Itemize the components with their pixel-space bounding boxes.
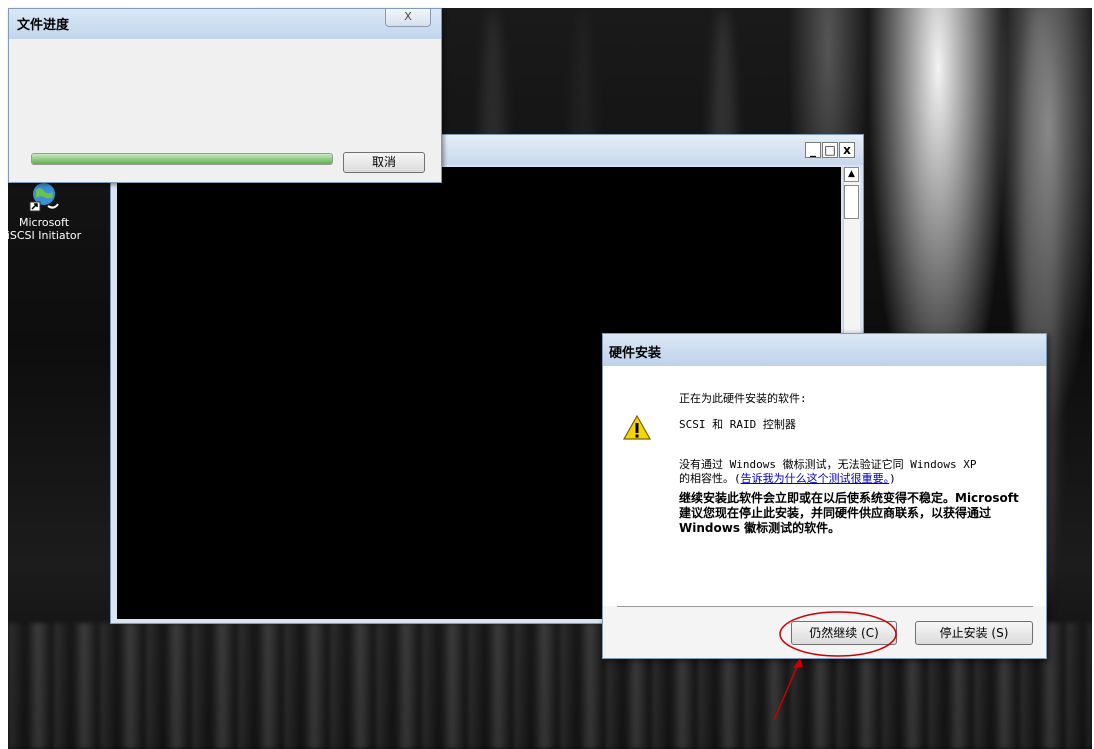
minimize-button[interactable]: _ [805, 142, 821, 158]
progress-titlebar[interactable] [9, 9, 441, 39]
dialog-intro-text: 正在为此硬件安装的软件: [679, 392, 807, 405]
close-button[interactable]: X [385, 9, 431, 27]
continue-anyway-button[interactable]: 仍然继续 (C) [791, 621, 897, 645]
warning-icon [622, 414, 652, 440]
stop-hotkey: (S) [991, 626, 1009, 640]
logo-test-prefix: 的相容性。( [679, 472, 741, 485]
continue-hotkey: (C) [861, 626, 879, 640]
device-name-text: SCSI 和 RAID 控制器 [679, 418, 796, 431]
dialog-separator [617, 606, 1033, 607]
instability-warning-text: 继续安装此软件会立即或在以后使系统变得不稳定。Microsoft 建议您现在停止… [679, 491, 1019, 535]
why-test-important-link[interactable]: 告诉我为什么这个测试很重要。 [741, 472, 890, 485]
desktop-icon-label-1: Microsoft [18, 216, 70, 229]
stop-label: 停止安装 [939, 626, 988, 640]
iscsi-globe-icon [28, 180, 60, 212]
logo-test-suffix: ) [889, 472, 896, 485]
desktop-icon-label-2: iSCSI Initiator [6, 229, 82, 242]
stop-installation-button[interactable]: 停止安装 (S) [915, 621, 1033, 645]
cancel-button[interactable]: 取消 [343, 152, 425, 173]
scroll-thumb[interactable] [844, 185, 859, 219]
continue-label: 仍然继续 [809, 626, 858, 640]
dialog-titlebar[interactable] [603, 334, 1046, 366]
hardware-install-dialog: 硬件安装 正在为此硬件安装的软件: SCSI 和 RAID 控制器 没有通过 W… [602, 333, 1047, 659]
scroll-up-button[interactable]: ▲ [844, 167, 859, 182]
file-progress-window: 文件进度 X 取消 [8, 8, 442, 183]
desktop-icon-iscsi[interactable]: Microsoft iSCSI Initiator [2, 180, 86, 242]
dialog-body: 正在为此硬件安装的软件: SCSI 和 RAID 控制器 没有通过 Window… [603, 366, 1046, 606]
logo-test-text-line2: 的相容性。(告诉我为什么这个测试很重要。) [679, 470, 896, 486]
maximize-button[interactable]: □ [822, 142, 838, 158]
progress-title: 文件进度 [17, 18, 70, 33]
progress-bar [31, 153, 333, 165]
close-button[interactable]: x [839, 142, 855, 158]
dialog-title: 硬件安装 [609, 346, 662, 361]
progress-bar-fill [32, 154, 332, 164]
